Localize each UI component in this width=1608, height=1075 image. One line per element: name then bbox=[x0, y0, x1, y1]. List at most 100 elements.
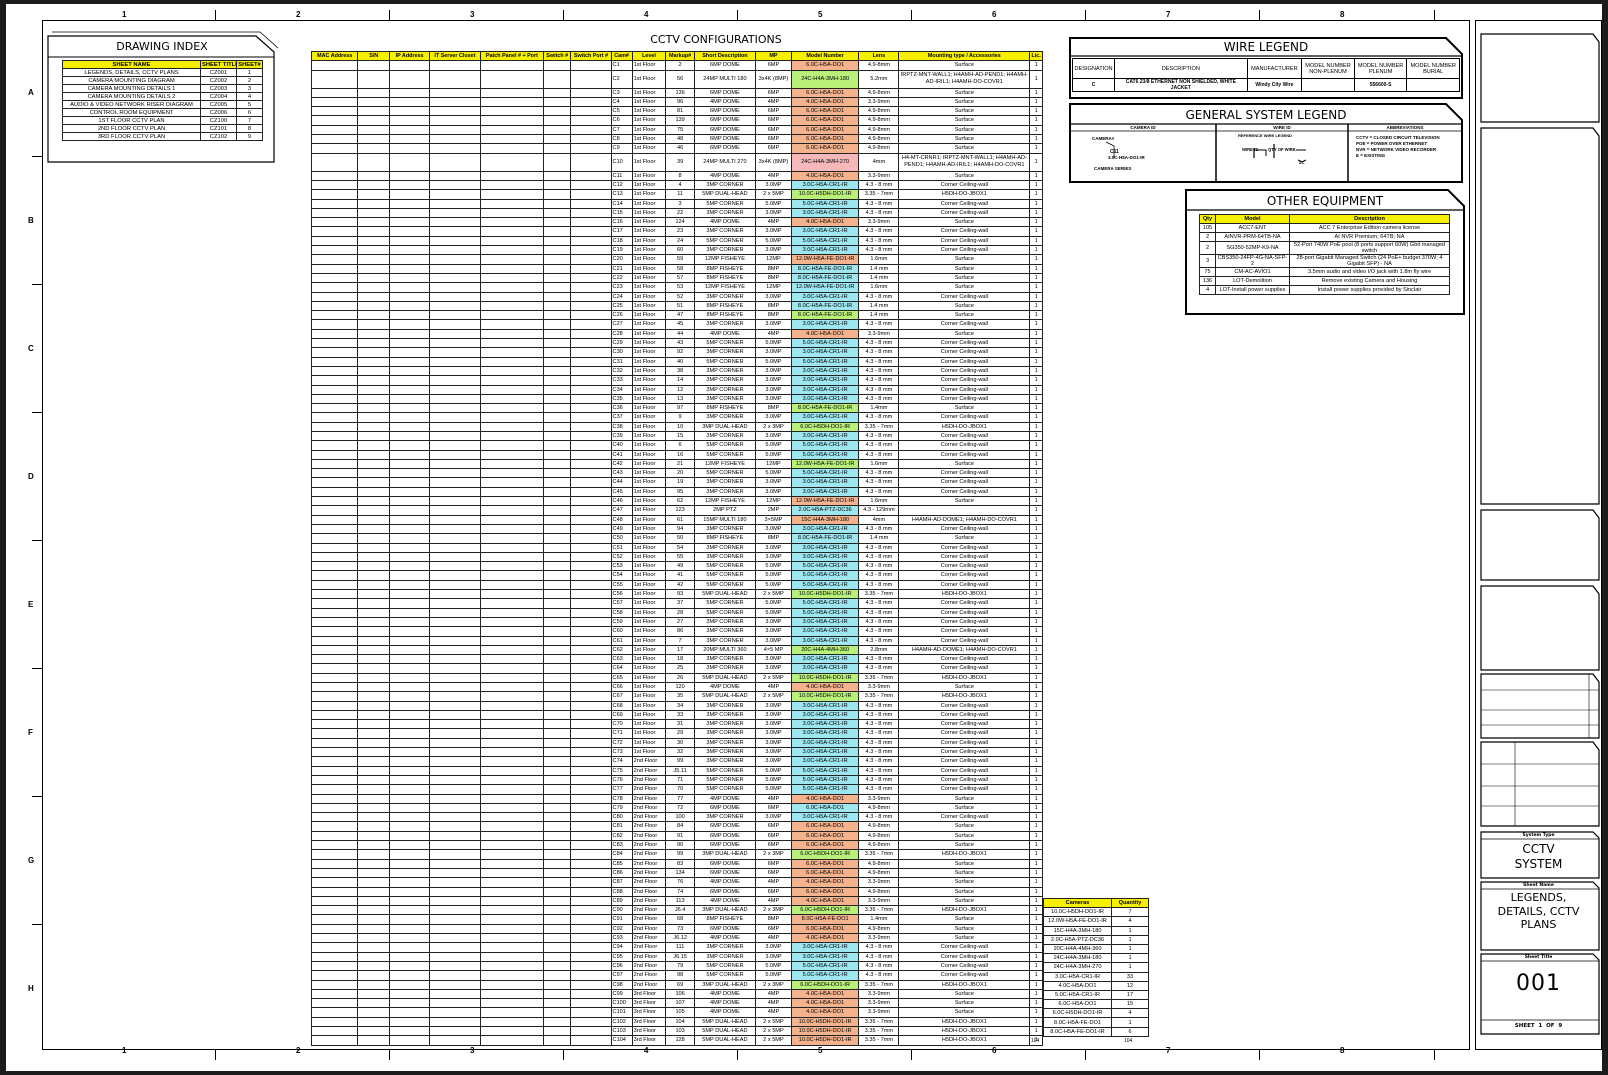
cctv-lens: 4.3 - 8 mm bbox=[858, 700, 900, 711]
cctv-empty-cell bbox=[429, 115, 481, 126]
cctv-empty-cell bbox=[543, 951, 572, 962]
cctv-empty-cell bbox=[429, 942, 481, 953]
cctv-level: 1st Floor bbox=[631, 468, 667, 479]
cctv-lens: 4.9-8mm bbox=[858, 858, 900, 869]
cctv-lens: 4.3 - 8 mm bbox=[858, 179, 900, 191]
cctv-short-description: 5MP CORNER bbox=[693, 235, 757, 247]
cctv-markup-number: 30 bbox=[665, 737, 695, 749]
cctv-model-number: 6.0C-H5A-DO1 bbox=[790, 923, 860, 935]
cctv-cam-number: C100 bbox=[610, 998, 633, 1009]
cctv-empty-cell bbox=[479, 337, 545, 349]
cctv-cam-number: C64 bbox=[610, 663, 633, 674]
cctv-empty-cell bbox=[570, 337, 612, 349]
index-row: CAMERA MOUNTING DETAILS 2 CZ004 4 bbox=[62, 92, 263, 101]
cctv-row: C98 2nd Floor 69 3MP DUAL-HEAD 2 x 3MP 6.0C-H… bbox=[310, 979, 1043, 990]
cctv-empty-cell bbox=[357, 802, 391, 814]
cctv-model-number: 5.0C-H5A-CR1-IR bbox=[790, 579, 860, 591]
cctv-mounting-type: Surface bbox=[898, 840, 1031, 851]
cctv-short-description: 3MP CORNER bbox=[693, 384, 757, 395]
cctv-model-number: 4.0C-H5A-DO1 bbox=[790, 96, 860, 108]
cctv-short-description: 5MP DUAL-HEAD bbox=[693, 1035, 757, 1046]
cctv-empty-cell bbox=[389, 403, 431, 414]
cctv-megapixels: 3x4K (8MP) bbox=[755, 152, 792, 172]
index-row: CAMERA MOUNTING DIAGRAM CZ002 2 bbox=[62, 76, 263, 85]
cctv-empty-cell bbox=[479, 217, 545, 228]
cctv-empty-cell bbox=[389, 347, 431, 358]
cctv-cam-number: C58 bbox=[610, 607, 633, 618]
cctv-short-description: 8MP FISHEYE bbox=[693, 403, 757, 414]
cctv-model-number: 3.0C-H5A-CR1-IR bbox=[790, 719, 860, 730]
zone-number-bottom: 1 bbox=[122, 1046, 127, 1055]
cctv-model-number: 5.0C-H5A-CR1-IR bbox=[790, 449, 860, 460]
cctv-cam-number: C74 bbox=[610, 756, 633, 767]
cctv-mounting-type: Surface bbox=[898, 96, 1031, 108]
cctv-empty-cell bbox=[570, 830, 612, 842]
other-model: AINVR-PRM-64TB-NA bbox=[1215, 232, 1290, 242]
cctv-empty-cell bbox=[543, 514, 572, 525]
cctv-level: 2nd Floor bbox=[631, 942, 667, 953]
cctv-megapixels: 3.0MP bbox=[755, 812, 792, 823]
cctv-empty-cell bbox=[570, 979, 612, 990]
cctv-empty-cell bbox=[479, 607, 545, 618]
cctv-short-description: 3MP CORNER bbox=[693, 375, 757, 386]
abbreviation-item: E = EXISTING bbox=[1356, 153, 1386, 158]
cctv-cam-number: C81 bbox=[610, 821, 633, 832]
cctv-empty-cell bbox=[543, 561, 572, 572]
cctv-empty-cell bbox=[479, 523, 545, 535]
cctv-empty-cell bbox=[479, 598, 545, 609]
cctv-mounting-type: Corner Ceiling-wall bbox=[898, 942, 1031, 953]
cctv-mounting-type: Corner Ceiling-wall bbox=[898, 412, 1031, 423]
other-model: LOT-Demolition bbox=[1215, 276, 1290, 286]
cctv-cam-number: C73 bbox=[610, 747, 633, 758]
cctv-license: 1 bbox=[1029, 774, 1043, 786]
cctv-empty-cell bbox=[429, 626, 481, 637]
cctv-empty-cell bbox=[389, 310, 431, 321]
cctv-short-description: 5MP CORNER bbox=[693, 579, 757, 591]
cctv-cam-number: C65 bbox=[610, 672, 633, 684]
cctv-empty-cell bbox=[479, 375, 545, 386]
cctv-markup-number: 95 bbox=[665, 486, 695, 498]
cctv-empty-cell bbox=[357, 337, 391, 349]
cctv-level: 1st Floor bbox=[631, 124, 667, 136]
cctv-mounting-type: H5DH-DO-JBOX1 bbox=[898, 189, 1031, 200]
cctv-empty-cell bbox=[429, 644, 481, 656]
cctv-empty-cell bbox=[389, 523, 431, 535]
cctv-config-table: MAC Address S/N IP Address IT Server Closet… bbox=[310, 50, 1043, 1046]
cctv-row: C69 1st Floor 33 3MP CORNER 3.0MP 3.0C-H5A-CR… bbox=[310, 709, 1043, 721]
index-cell: 3 bbox=[236, 84, 263, 93]
cctv-lens: 4.3 - 8 mm bbox=[858, 942, 900, 953]
cctv-empty-cell bbox=[310, 207, 359, 219]
cctv-model-number: 3.0C-H5A-CR1-IR bbox=[790, 616, 860, 628]
cctv-row: C19 1st Floor 60 3MP CORNER 3.0MP 3.0C-H5A-CR… bbox=[310, 245, 1043, 256]
cctv-cam-number: C70 bbox=[610, 719, 633, 730]
cctv-empty-cell bbox=[429, 886, 481, 897]
cctv-empty-cell bbox=[479, 430, 545, 442]
cctv-empty-cell bbox=[310, 263, 359, 274]
cctv-mounting-type: Corner Ceiling-wall bbox=[898, 951, 1031, 962]
cctv-markup-number: 8 bbox=[665, 170, 695, 181]
cctv-cam-number: C25 bbox=[610, 300, 633, 312]
cctv-megapixels: 4MP bbox=[755, 895, 792, 907]
cctv-short-description: 4MP DOME bbox=[693, 998, 757, 1009]
cctv-empty-cell bbox=[429, 914, 481, 925]
cctv-markup-number: 83 bbox=[665, 858, 695, 869]
cctv-empty-cell bbox=[429, 654, 481, 665]
cctv-markup-number: 47 bbox=[665, 310, 695, 321]
cctv-cam-number: C99 bbox=[610, 988, 633, 1000]
cctv-cam-number: C85 bbox=[610, 858, 633, 869]
zone-letter: B bbox=[28, 216, 34, 225]
cctv-row: C46 1st Floor 62 12MP FISHEYE 12MP 12.0W-H5A-… bbox=[310, 496, 1043, 507]
cctv-short-description: 5MP CORNER bbox=[693, 356, 757, 367]
cctv-cam-number: C62 bbox=[610, 644, 633, 656]
cctv-cam-number: C63 bbox=[610, 654, 633, 665]
cctv-model-number: 6.0C-H5A-DO1 bbox=[790, 821, 860, 832]
cctv-empty-cell bbox=[429, 356, 481, 367]
cctv-empty-cell bbox=[543, 858, 572, 869]
cctv-row: C45 1st Floor 95 3MP CORNER 3.0MP 3.0C-H5A-CR… bbox=[310, 486, 1043, 498]
cctv-empty-cell bbox=[389, 691, 431, 702]
index-cell: 1ST FLOOR CCTV PLAN bbox=[62, 116, 201, 125]
cctv-empty-cell bbox=[570, 784, 612, 795]
cctv-header-cell: Short Description bbox=[693, 50, 757, 62]
cctv-markup-number: 72 bbox=[665, 802, 695, 814]
cctv-mounting-type: Corner Ceiling-wall bbox=[898, 616, 1031, 628]
